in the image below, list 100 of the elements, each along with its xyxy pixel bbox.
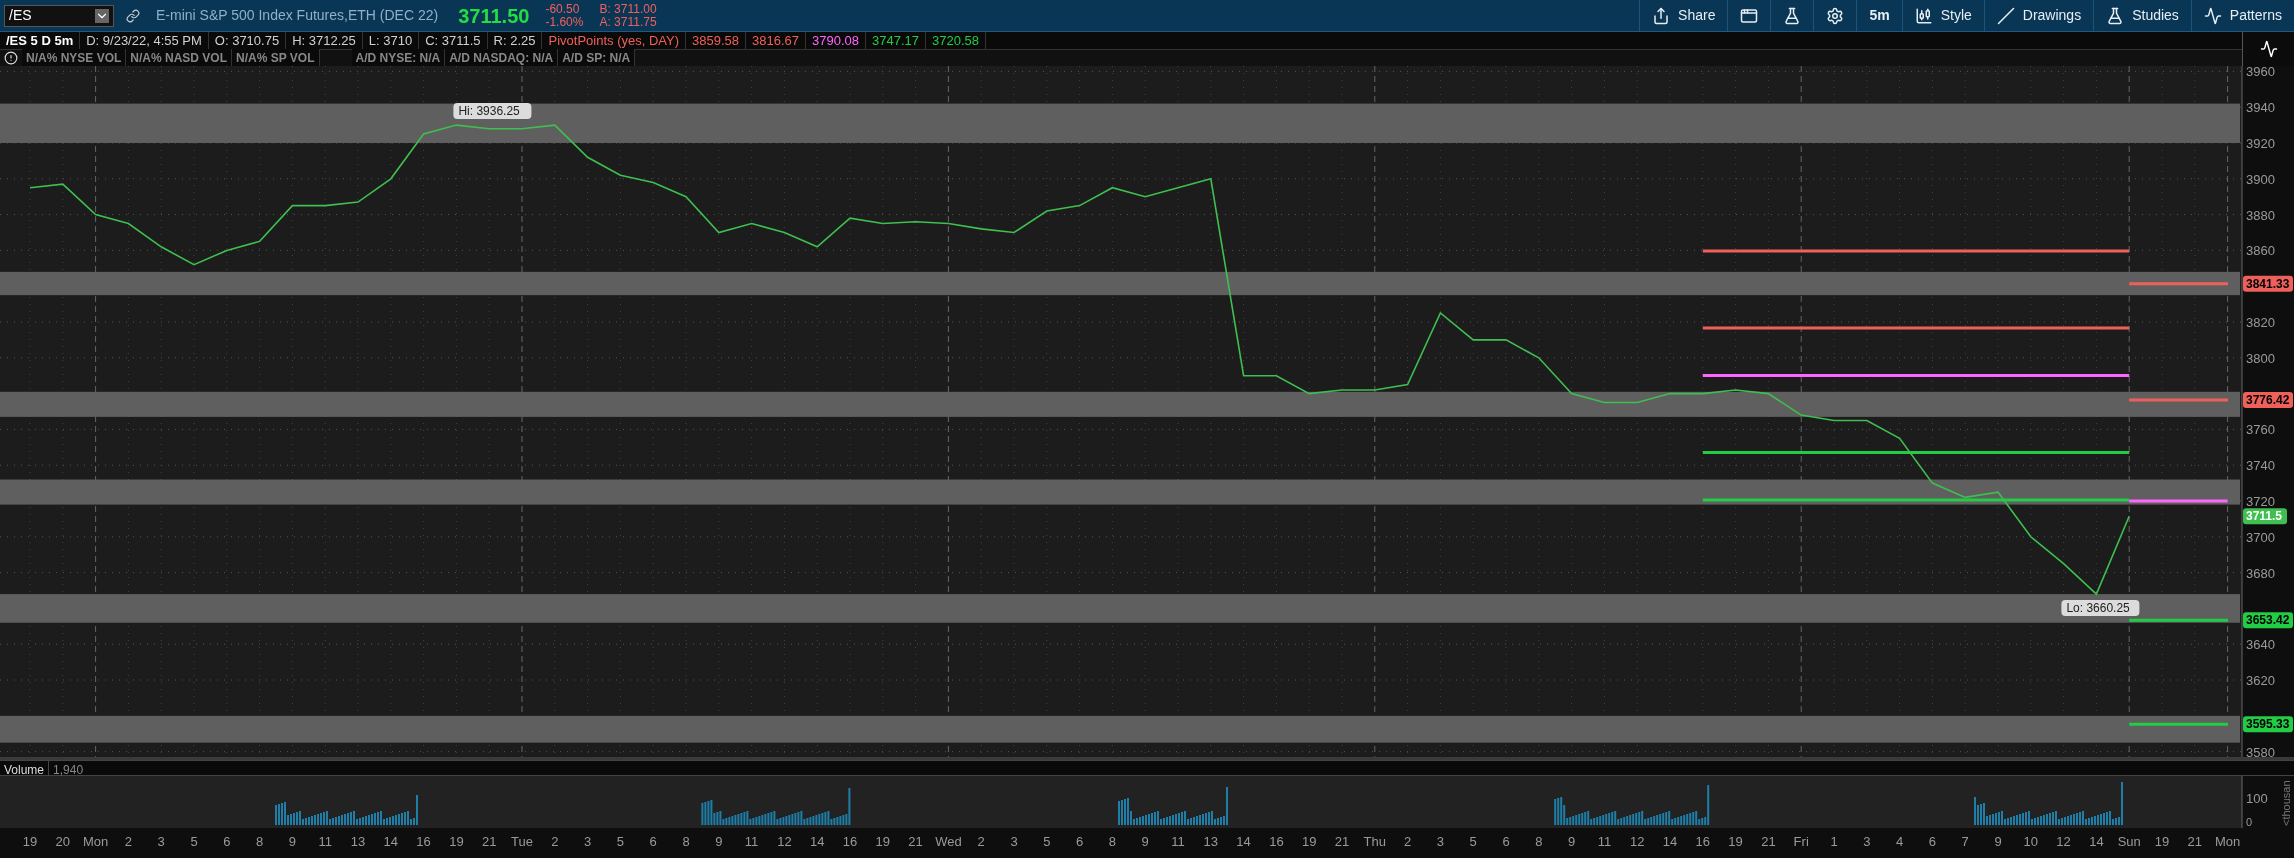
- indicator-label: N/A% SP VOL: [232, 49, 320, 67]
- time-axis-label: 16: [842, 834, 858, 849]
- price-axis-label: 3680: [2246, 565, 2275, 581]
- price-axis-label: 3720: [2246, 494, 2275, 509]
- net-change: -60.50: [545, 2, 581, 16]
- info-field: 3747.17: [866, 32, 926, 49]
- info-field: 3816.67: [746, 32, 806, 49]
- time-axis-label: 6: [1502, 834, 1510, 849]
- time-axis-label: Fri: [1793, 834, 1809, 849]
- time-axis-label: 6: [649, 834, 657, 849]
- time-axis-label: 21: [2187, 834, 2203, 849]
- time-axis-label: Tue: [511, 834, 533, 849]
- time-axis-label: 12: [1629, 834, 1645, 849]
- symbol-field[interactable]: /ES: [4, 4, 114, 27]
- drawings-button[interactable]: Drawings: [1983, 0, 2094, 31]
- price-axis-label: 3760: [2246, 422, 2275, 438]
- settings-icon: [1826, 6, 1845, 25]
- time-axis-label: 21: [1761, 834, 1776, 849]
- share-icon: [1652, 6, 1671, 25]
- indicator-label: A/D NYSE: N/A: [351, 49, 446, 67]
- annotation: Hi: 3936.25: [458, 104, 521, 119]
- pattern-icon: [2203, 6, 2222, 25]
- price-axis-label: 3940: [2246, 100, 2275, 116]
- time-axis-label: 11: [318, 834, 332, 849]
- time-axis-label: 2: [124, 834, 132, 849]
- studies-button[interactable]: Studies: [2093, 0, 2191, 31]
- time-axis-label: Mon: [2214, 834, 2241, 849]
- time-axis-label: 11: [1171, 834, 1185, 849]
- share-button[interactable]: Share: [1639, 0, 1728, 31]
- time-axis-label: Mon: [82, 834, 109, 849]
- last-price: 3711.50: [458, 3, 530, 29]
- time-axis-label: 11: [1597, 834, 1612, 849]
- time-axis-label: 6: [1928, 834, 1936, 849]
- alert-icon[interactable]: [4, 51, 18, 65]
- info-field: 3720.58: [926, 32, 986, 49]
- time-axis-label: Thu: [1363, 834, 1386, 849]
- caret-icon: [95, 8, 109, 23]
- time-axis-label: 3: [1863, 834, 1871, 849]
- flask-icon: [1783, 6, 1802, 25]
- price-axis-label: 3880: [2246, 207, 2275, 223]
- volume-axis-label: 100: [2246, 791, 2268, 806]
- indicator-label: N/A% NASD VOL: [126, 49, 233, 67]
- time-axis-label: 5: [1469, 834, 1477, 849]
- time-axis-label: 16: [1269, 834, 1284, 849]
- time-axis-label: 5: [616, 834, 624, 849]
- price-callout: Hi: 3936.25: [453, 103, 532, 120]
- time-axis-label: 14: [809, 834, 825, 849]
- price-axis-label: 3700: [2246, 529, 2275, 545]
- price-tag: 3653.42: [2243, 612, 2293, 629]
- volume-label: Volume: [0, 761, 50, 775]
- bid-price: B: 3711.00: [599, 2, 657, 16]
- time-axis-label: 6: [1076, 834, 1084, 849]
- time-axis-label: Sun: [2117, 834, 2141, 849]
- info-field: 3790.08: [806, 32, 866, 49]
- instrument-description: E-mini S&P 500 Index Futures,ETH (DEC 22): [156, 6, 439, 25]
- candlestick-icon: [1914, 6, 1933, 25]
- patterns-button[interactable]: Patterns: [2190, 0, 2294, 31]
- price-axis-label: 3920: [2246, 136, 2275, 151]
- link-icon[interactable]: [126, 8, 140, 23]
- time-axis-label: 16: [1695, 834, 1711, 849]
- time-axis-label: 8: [1535, 834, 1543, 849]
- price-callout: Lo: 3660.25: [2061, 600, 2140, 617]
- window-alert-icon: [1740, 6, 1759, 25]
- info-field: 3859.58: [686, 32, 746, 49]
- autoscale-icon[interactable]: [2259, 40, 2278, 58]
- time-axis-label: 3: [584, 834, 592, 849]
- time-axis-label: 8: [1108, 834, 1116, 849]
- time-axis-label: 16: [416, 834, 431, 849]
- price-axis-label: 3580: [2246, 744, 2275, 757]
- time-axis-label: 7: [1961, 834, 1969, 849]
- time-axis-label: 2: [551, 834, 559, 849]
- interval-button[interactable]: 5m: [1856, 0, 1902, 31]
- time-axis-label: 1: [1830, 834, 1838, 849]
- time-axis-label: 19: [1728, 834, 1743, 849]
- indicator-label: A/D SP: N/A: [558, 49, 636, 67]
- volume-value: 1,940: [52, 762, 85, 775]
- time-axis-label: 11: [744, 834, 759, 849]
- volume-unit-label: <thousan: [2280, 780, 2292, 826]
- price-axis-label: 3620: [2246, 673, 2275, 688]
- time-axis-label: 21: [1334, 834, 1350, 849]
- line-icon: [1996, 6, 2015, 25]
- price-axis-label: 3960: [2246, 66, 2275, 80]
- time-axis-label: 19: [875, 834, 891, 849]
- percent-change: -1.60%: [545, 15, 584, 29]
- time-axis-label: 10: [2023, 834, 2039, 849]
- time-axis-label: Wed: [935, 834, 962, 849]
- indicator-label: A/D NASDAQ: N/A: [445, 49, 559, 67]
- time-axis-label: 5: [190, 834, 198, 849]
- annotation: Lo: 3660.25: [2066, 601, 2131, 616]
- time-axis-label: 3: [157, 834, 165, 849]
- time-axis-label: 13: [350, 834, 366, 849]
- time-axis-label: 9: [288, 834, 296, 849]
- volume-axis-label: 0: [2246, 816, 2253, 828]
- style-button[interactable]: Style: [1901, 0, 1984, 31]
- time-axis-label: 12: [2056, 834, 2071, 849]
- time-axis-label: 19: [22, 834, 38, 849]
- time-axis-label: 8: [682, 834, 690, 849]
- price-tag: 3595.33: [2243, 716, 2293, 733]
- time-axis-label: 9: [715, 834, 723, 849]
- time-axis-label: 19: [2154, 834, 2170, 849]
